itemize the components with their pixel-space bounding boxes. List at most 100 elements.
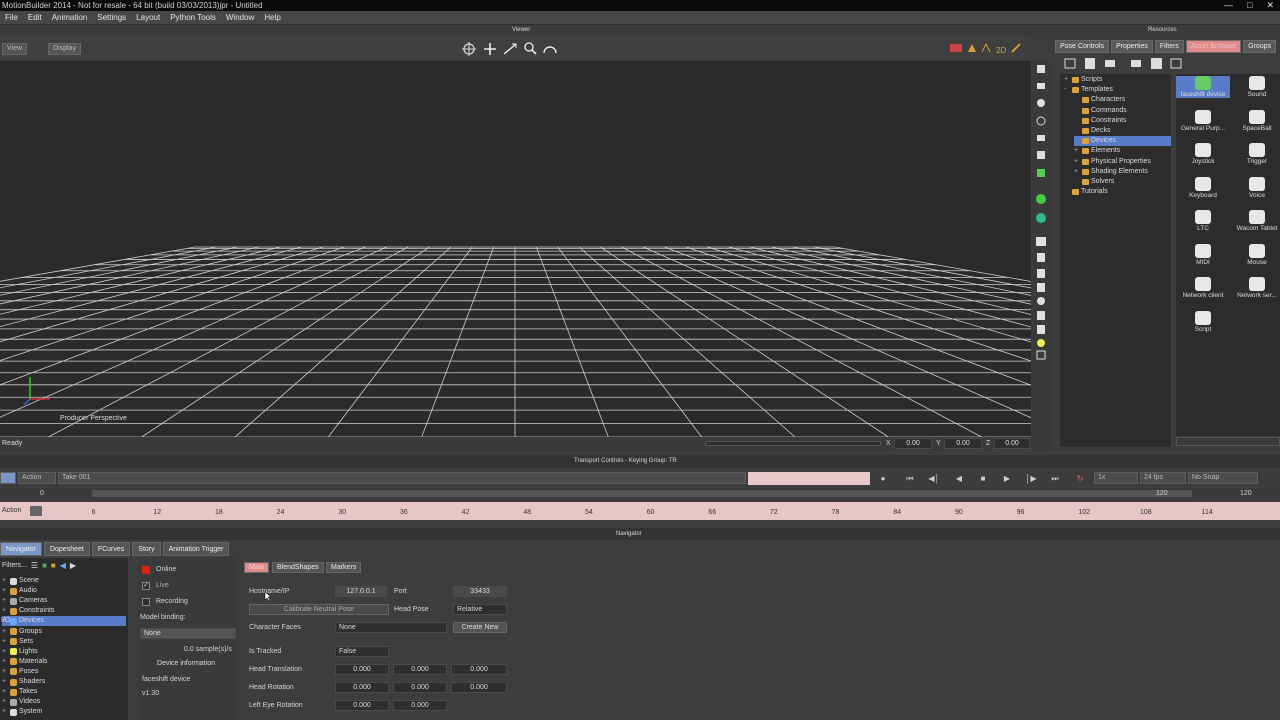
calibrate-neutral-pose-button[interactable]: Calibrate Neutral Pose xyxy=(249,604,389,615)
is-tracked-field[interactable]: False xyxy=(335,646,389,657)
thumbnail-icon[interactable] xyxy=(1170,58,1182,69)
zoom-tool-icon[interactable] xyxy=(524,42,537,55)
asset-item[interactable]: General Purp... xyxy=(1176,109,1230,132)
range-track[interactable] xyxy=(92,490,1192,497)
navigator-item[interactable]: + Takes xyxy=(2,687,126,697)
y-field[interactable]: 0.00 xyxy=(944,438,982,449)
model-display-icon[interactable] xyxy=(968,44,976,52)
go-end-icon[interactable]: ⏭ xyxy=(1048,473,1062,485)
tab-blendshapes[interactable]: BlendShapes xyxy=(272,562,324,573)
cube-icon[interactable] xyxy=(1036,237,1046,246)
tab-filters[interactable]: Filters xyxy=(1154,40,1184,53)
tree-item[interactable]: - Templates xyxy=(1064,85,1171,95)
orbit-tool-icon[interactable] xyxy=(543,46,557,54)
tree-item[interactable]: + Elements xyxy=(1074,146,1171,156)
navigator-item[interactable]: + Constraints xyxy=(2,606,126,616)
expand-icon[interactable]: + xyxy=(2,576,8,586)
go-start-icon[interactable]: ⏮ xyxy=(903,473,917,485)
online-indicator[interactable] xyxy=(142,566,150,574)
pivot-icon[interactable] xyxy=(1037,151,1045,159)
menu-file[interactable]: File xyxy=(0,13,23,22)
expand-icon[interactable]: + xyxy=(1074,157,1080,167)
mode-select[interactable]: Action xyxy=(18,472,56,484)
live-checkbox[interactable]: ✓ xyxy=(142,582,150,590)
asset-item[interactable]: Trigger xyxy=(1230,143,1280,165)
head-rotation-y[interactable]: 0.000 xyxy=(393,682,447,693)
asset-item[interactable]: SpaceBall xyxy=(1230,109,1280,132)
asset-item[interactable]: LTC xyxy=(1176,210,1230,232)
loop-icon[interactable]: ↻ xyxy=(1073,473,1087,485)
asset-item[interactable]: Mouse xyxy=(1230,243,1280,266)
z-field[interactable]: 0.00 xyxy=(994,438,1030,449)
play-back-icon[interactable]: ◀ xyxy=(952,473,966,485)
timeline-ruler[interactable]: Action 6 12 18 24 30 36 42 48 54 60 66 72 78 84 90 96 10… xyxy=(0,502,1280,520)
speed-select[interactable]: 1x xyxy=(1094,472,1138,484)
tab-markers[interactable]: Markers xyxy=(326,562,362,573)
expand-icon[interactable]: + xyxy=(2,596,8,606)
color-display-icon[interactable] xyxy=(950,44,962,52)
navigator-item[interactable]: + Materials xyxy=(2,657,126,667)
list-view-icon[interactable] xyxy=(1105,60,1115,67)
create-new-button[interactable]: Create New xyxy=(453,622,507,633)
tree-item[interactable]: + Scripts xyxy=(1064,75,1171,85)
tree-item[interactable]: Decks xyxy=(1074,126,1171,136)
navigator-item[interactable]: + System xyxy=(2,707,126,717)
navigator-item[interactable]: + Audio xyxy=(2,586,126,596)
menu-edit[interactable]: Edit xyxy=(23,13,47,22)
world-icon[interactable] xyxy=(1036,213,1046,223)
asset-item[interactable]: Wacom Tablet xyxy=(1230,210,1280,232)
keying-field[interactable] xyxy=(748,472,870,485)
head-rotation-z[interactable]: 0.000 xyxy=(451,682,507,693)
orbit-mode-icon[interactable] xyxy=(1036,116,1046,126)
expand-icon[interactable]: + xyxy=(2,707,8,717)
sphere-icon[interactable] xyxy=(1037,297,1045,305)
large-icons-icon[interactable] xyxy=(1151,58,1162,69)
navigator-item[interactable]: + Groups xyxy=(2,627,126,637)
menu-window[interactable]: Window xyxy=(221,13,259,22)
navigator-item[interactable]: + Sets xyxy=(2,637,126,647)
tab-groups[interactable]: Groups xyxy=(1243,40,1277,53)
next-key-icon[interactable]: │▶ xyxy=(1024,473,1038,485)
navigator-item[interactable]: + Devices xyxy=(2,616,126,627)
tree-view-icon[interactable] xyxy=(1064,58,1076,69)
scene-navigator-tree[interactable]: Filters... ☰ ■ ■ ◀ ▶ + Scene + Audio + Camera… xyxy=(0,558,128,720)
pen-icon[interactable] xyxy=(1011,43,1021,53)
recording-checkbox[interactable] xyxy=(142,598,150,606)
small-icons-icon[interactable] xyxy=(1131,60,1141,67)
hostname-field[interactable]: 127.0.0.1 xyxy=(335,586,387,597)
minimize-icon[interactable]: — xyxy=(1224,0,1233,11)
left-eye-rotation-x[interactable]: 0.000 xyxy=(335,700,389,711)
tab-pose-controls[interactable]: Pose Controls xyxy=(1055,40,1109,53)
character-faces-select[interactable]: None xyxy=(335,622,447,633)
tab-fcurves[interactable]: FCurves xyxy=(91,542,131,556)
left-eye-rotation-y[interactable]: 0.000 xyxy=(393,700,447,711)
menu-help[interactable]: Help xyxy=(259,13,285,22)
asset-folder-tree[interactable]: + Scripts - Templates Characters Commands Cons… xyxy=(1060,74,1171,447)
fps-select[interactable]: 24 fps xyxy=(1140,472,1186,484)
tab-properties[interactable]: Properties xyxy=(1110,40,1153,53)
2d-icon[interactable]: 2D xyxy=(996,46,1006,55)
menu-python-tools[interactable]: Python Tools xyxy=(165,13,221,22)
menu-animation[interactable]: Animation xyxy=(47,13,93,22)
asset-item[interactable]: Voice xyxy=(1230,176,1280,199)
tree-item[interactable]: Tutorials xyxy=(1064,187,1171,197)
menu-layout[interactable]: Layout xyxy=(131,13,165,22)
record-icon[interactable]: ● xyxy=(876,473,890,485)
add-icon[interactable]: ■ xyxy=(42,561,47,570)
local-mode-icon[interactable] xyxy=(1037,83,1045,89)
expand-icon[interactable]: - xyxy=(1064,85,1070,95)
forward-icon[interactable]: ▶ xyxy=(70,561,76,570)
marker-icon[interactable] xyxy=(1037,311,1045,320)
expand-icon[interactable]: + xyxy=(2,697,8,707)
brush-icon[interactable] xyxy=(1037,283,1045,292)
device-information-button[interactable]: Device information xyxy=(150,659,222,670)
maximize-icon[interactable]: □ xyxy=(1247,0,1252,11)
expand-icon[interactable]: + xyxy=(2,687,8,697)
wire-display-icon[interactable] xyxy=(981,42,991,53)
asset-item[interactable]: Script xyxy=(1176,310,1230,333)
head-translation-y[interactable]: 0.000 xyxy=(393,664,447,675)
tree-item[interactable]: Solvers xyxy=(1074,177,1171,187)
tree-item[interactable]: Constraints xyxy=(1074,116,1171,126)
expand-icon[interactable]: + xyxy=(2,606,8,616)
expand-icon[interactable]: + xyxy=(2,667,8,677)
